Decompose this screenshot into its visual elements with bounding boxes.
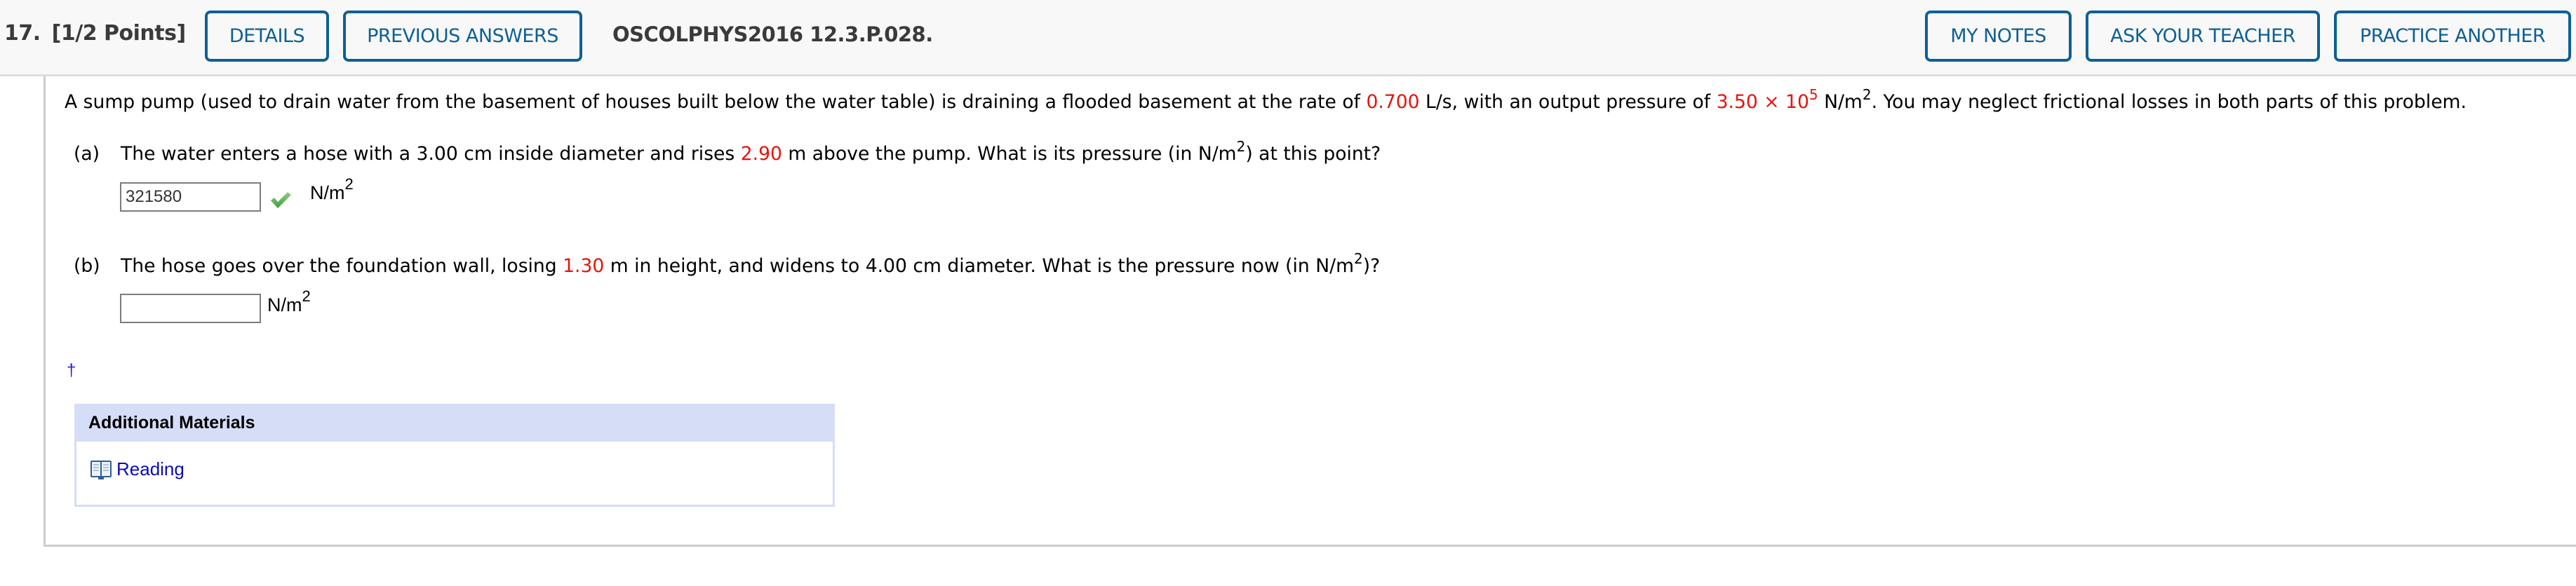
pressure-exponent: 5	[1809, 86, 1818, 104]
question-text: m in height, and widens to 4.00 cm diame…	[604, 255, 1354, 277]
problem-id: OSCOLPHYS2016 12.3.P.028.	[612, 22, 933, 46]
unit-exponent: 2	[344, 175, 354, 193]
pressure-mantissa: 3.50 × 10	[1716, 91, 1809, 113]
additional-materials-header: Additional Materials	[74, 404, 835, 442]
problem-statement: A sump pump (used to drain water from th…	[65, 88, 2467, 113]
unit-exponent: 2	[1862, 86, 1872, 104]
pressure-value: 3.50 × 105	[1716, 88, 1818, 113]
question-text: The hose goes over the foundation wall, …	[121, 255, 563, 277]
unit-label: N/m	[310, 182, 345, 203]
unit-label: N/m	[267, 294, 302, 315]
problem-text: A sump pump (used to drain water from th…	[65, 91, 1367, 113]
reading-label: Reading	[116, 458, 185, 479]
unit-exponent: 2	[302, 287, 311, 305]
question-text: )?	[1362, 255, 1381, 277]
question-text: m above the pump. What is its pressure (…	[781, 143, 1237, 165]
part-b-answer-input[interactable]	[120, 294, 261, 323]
question-text: ) at this point?	[1245, 143, 1381, 165]
previous-answers-button[interactable]: PREVIOUS ANSWERS	[343, 11, 582, 62]
part-a-unit: N/m2	[310, 177, 354, 204]
part-b-label: (b)	[74, 255, 100, 277]
part-a-answer-input[interactable]	[120, 182, 261, 212]
footnote-marker[interactable]: †	[67, 361, 76, 381]
rate-value: 0.700	[1366, 91, 1420, 113]
problem-text: L/s, with an output pressure of	[1419, 91, 1717, 113]
book-icon	[90, 460, 112, 479]
question-header: 17. [1/2 Points] DETAILS PREVIOUS ANSWERS…	[0, 0, 2576, 76]
points-label: [1/2 Points]	[51, 21, 187, 46]
part-b-question: The hose goes over the foundation wall, …	[121, 252, 1381, 277]
check-icon	[271, 192, 291, 208]
height-value: 2.90	[740, 143, 782, 165]
additional-materials-title: Additional Materials	[88, 413, 255, 432]
part-a-question: The water enters a hose with a 3.00 cm i…	[121, 139, 1381, 165]
part-b-unit: N/m2	[267, 289, 311, 316]
problem-text: . You may neglect frictional losses in b…	[1871, 91, 2467, 113]
my-notes-button[interactable]: MY NOTES	[1925, 11, 2072, 62]
unit-exponent: 2	[1236, 138, 1246, 156]
question-number: 17. [1/2 Points]	[4, 21, 186, 46]
ask-your-teacher-button[interactable]: ASK YOUR TEACHER	[2086, 11, 2320, 62]
details-button[interactable]: DETAILS	[205, 11, 329, 62]
height-loss-value: 1.30	[563, 255, 605, 277]
practice-another-button[interactable]: PRACTICE ANOTHER	[2334, 11, 2571, 62]
reading-link[interactable]: Reading	[90, 458, 185, 480]
unit-exponent: 2	[1353, 250, 1363, 268]
problem-text: N/m	[1818, 91, 1863, 113]
part-a-label: (a)	[74, 143, 100, 165]
question-text: The water enters a hose with a 3.00 cm i…	[121, 143, 741, 165]
question-number-label: 17.	[4, 21, 41, 46]
